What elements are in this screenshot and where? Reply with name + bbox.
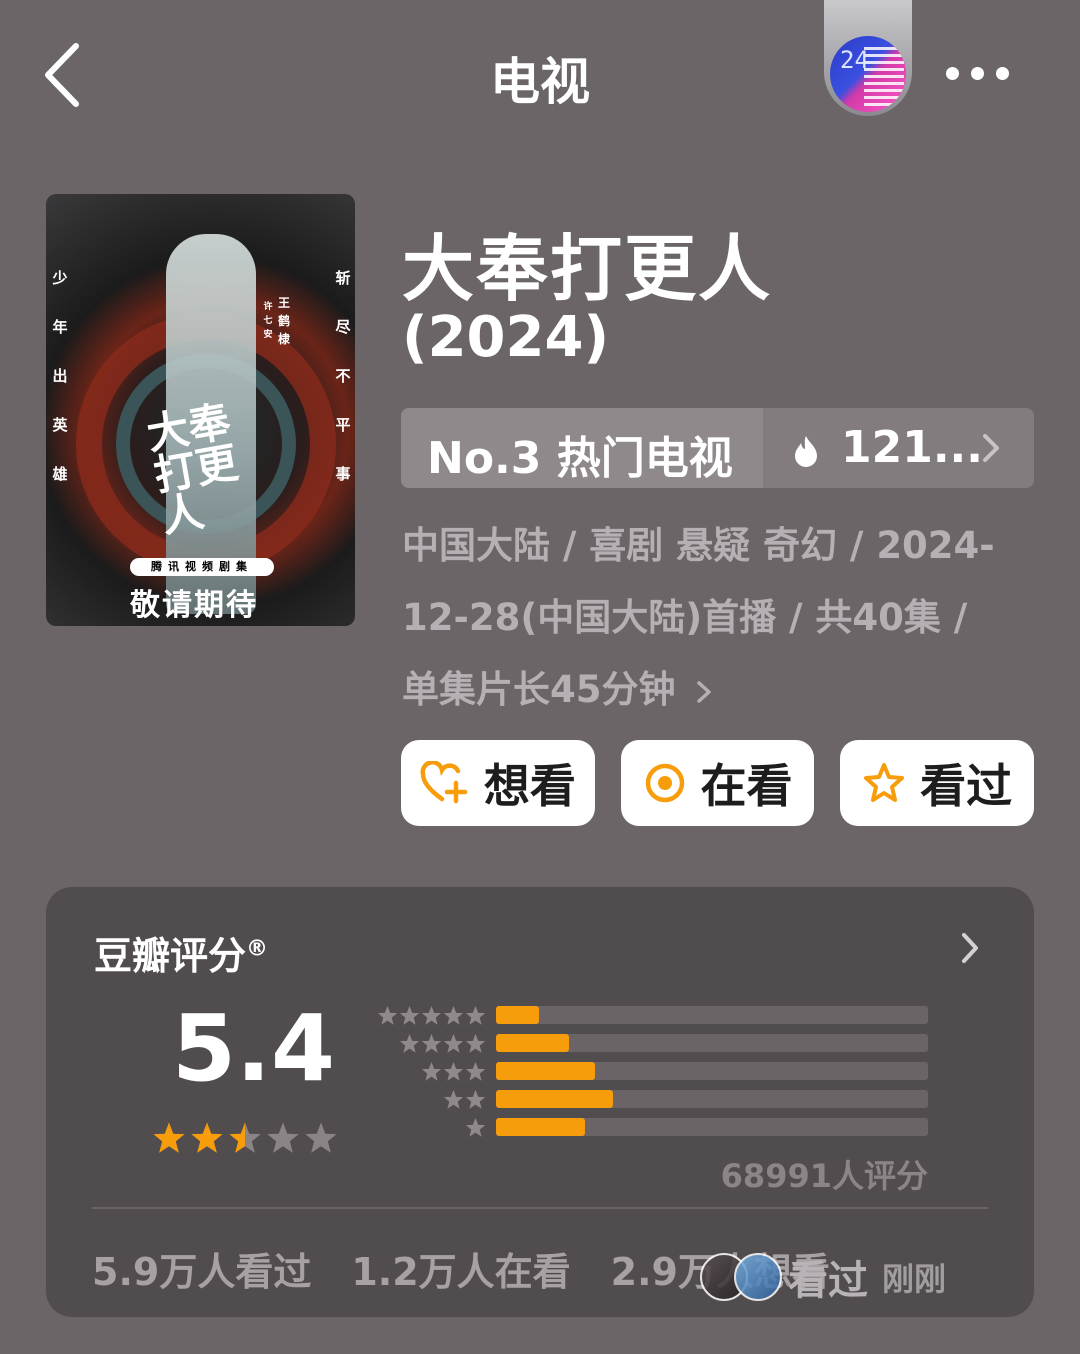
dot-icon (946, 66, 959, 80)
star-icon (421, 1033, 442, 1053)
star-icon (465, 1117, 486, 1137)
distribution-row (372, 1115, 932, 1143)
distribution-stars (443, 1089, 486, 1110)
star-icon (465, 1089, 486, 1109)
show-poster[interactable]: 少年出英雄 斩尽不平事 王鹤棣 许七安 大奉打更人 腾讯视频剧集 敬请期待 (46, 194, 355, 626)
distribution-row (372, 1059, 932, 1087)
heart-plus-icon (420, 761, 468, 804)
want-to-watch-button[interactable]: 想看 (401, 740, 595, 826)
rating-distribution (372, 1003, 932, 1143)
toast-time: 刚刚 (882, 1260, 947, 1298)
star-icon (153, 1122, 185, 1153)
star-icon (377, 1005, 398, 1025)
distribution-track (496, 1062, 928, 1080)
distribution-bar (496, 1062, 596, 1080)
rating-header[interactable]: 豆瓣评分® (94, 925, 268, 980)
flame-icon (795, 436, 817, 467)
poster-platform-strip: 腾讯视频剧集 (130, 558, 274, 576)
chevron-right-icon[interactable] (960, 931, 980, 965)
distribution-track (496, 1006, 928, 1024)
distribution-row (372, 1031, 932, 1059)
star-icon (267, 1122, 299, 1153)
more-options-button[interactable] (946, 58, 1016, 88)
ranking-bar[interactable]: No.3 热门电视 121... (401, 408, 1034, 488)
watching-count[interactable]: 1.2万人在看 (351, 1241, 570, 1296)
rating-score: 5.4 (172, 995, 335, 1102)
star-icon (229, 1122, 261, 1153)
distribution-stars (399, 1033, 486, 1054)
rank-label: No.3 热门电视 (427, 433, 733, 484)
chevron-right-icon (983, 434, 999, 462)
distribution-row (372, 1003, 932, 1031)
distribution-stars (465, 1117, 486, 1138)
distribution-track (496, 1090, 928, 1108)
star-icon (443, 1033, 464, 1053)
distribution-stars (377, 1005, 486, 1026)
chevron-right-icon (697, 680, 712, 703)
divider (92, 1207, 988, 1209)
distribution-row (372, 1087, 932, 1115)
rating-count: 68991人评分 (720, 1157, 928, 1195)
distribution-bar (496, 1006, 540, 1024)
show-year: (2024) (402, 305, 610, 370)
star-outline-icon (864, 763, 905, 802)
distribution-bar (496, 1034, 570, 1052)
distribution-bar (496, 1090, 613, 1108)
year-badge[interactable]: 24 (824, 0, 912, 116)
avatar (734, 1253, 782, 1301)
poster-cast-role: 许七安 (263, 302, 273, 340)
poster-coming-text: 敬请期待 (130, 588, 258, 623)
watched-count[interactable]: 5.9万人看过 (92, 1241, 311, 1296)
distribution-stars (421, 1061, 486, 1082)
watching-button[interactable]: 在看 (620, 740, 815, 826)
dot-icon (971, 66, 984, 80)
year-badge-icon: 24 (830, 36, 906, 112)
action-buttons: 想看 在看 看过 (401, 740, 1035, 826)
star-icon (305, 1122, 337, 1153)
show-metadata[interactable]: 中国大陆 / 喜剧 悬疑 奇幻 / 2024-12-28(中国大陆)首播 / 共… (402, 510, 1012, 726)
rating-stars (152, 1121, 338, 1155)
activity-toast: 看过 刚刚 (700, 1248, 946, 1306)
star-icon (465, 1033, 486, 1053)
star-icon (399, 1005, 420, 1025)
distribution-bar (496, 1118, 585, 1136)
watched-button[interactable]: 看过 (840, 740, 1035, 826)
star-icon (443, 1089, 464, 1109)
star-icon (465, 1005, 486, 1025)
top-bar: 电视 24 (0, 0, 1080, 150)
distribution-track (496, 1034, 928, 1052)
star-icon (443, 1005, 464, 1025)
star-icon (421, 1061, 442, 1081)
target-icon (645, 763, 684, 803)
star-icon (443, 1061, 464, 1081)
star-icon (465, 1061, 486, 1081)
poster-slogan-right: 斩尽不平事 (335, 269, 351, 483)
page-title: 电视 (490, 53, 590, 111)
poster-slogan-left: 少年出英雄 (52, 269, 68, 483)
toast-text: 看过 (788, 1258, 868, 1304)
dot-icon (996, 66, 1009, 80)
star-icon (421, 1005, 442, 1025)
heat-value: 121... (841, 422, 983, 473)
star-icon (191, 1122, 223, 1153)
star-icon (399, 1033, 420, 1053)
distribution-track (496, 1118, 928, 1136)
show-title: 大奉打更人 (402, 227, 773, 311)
